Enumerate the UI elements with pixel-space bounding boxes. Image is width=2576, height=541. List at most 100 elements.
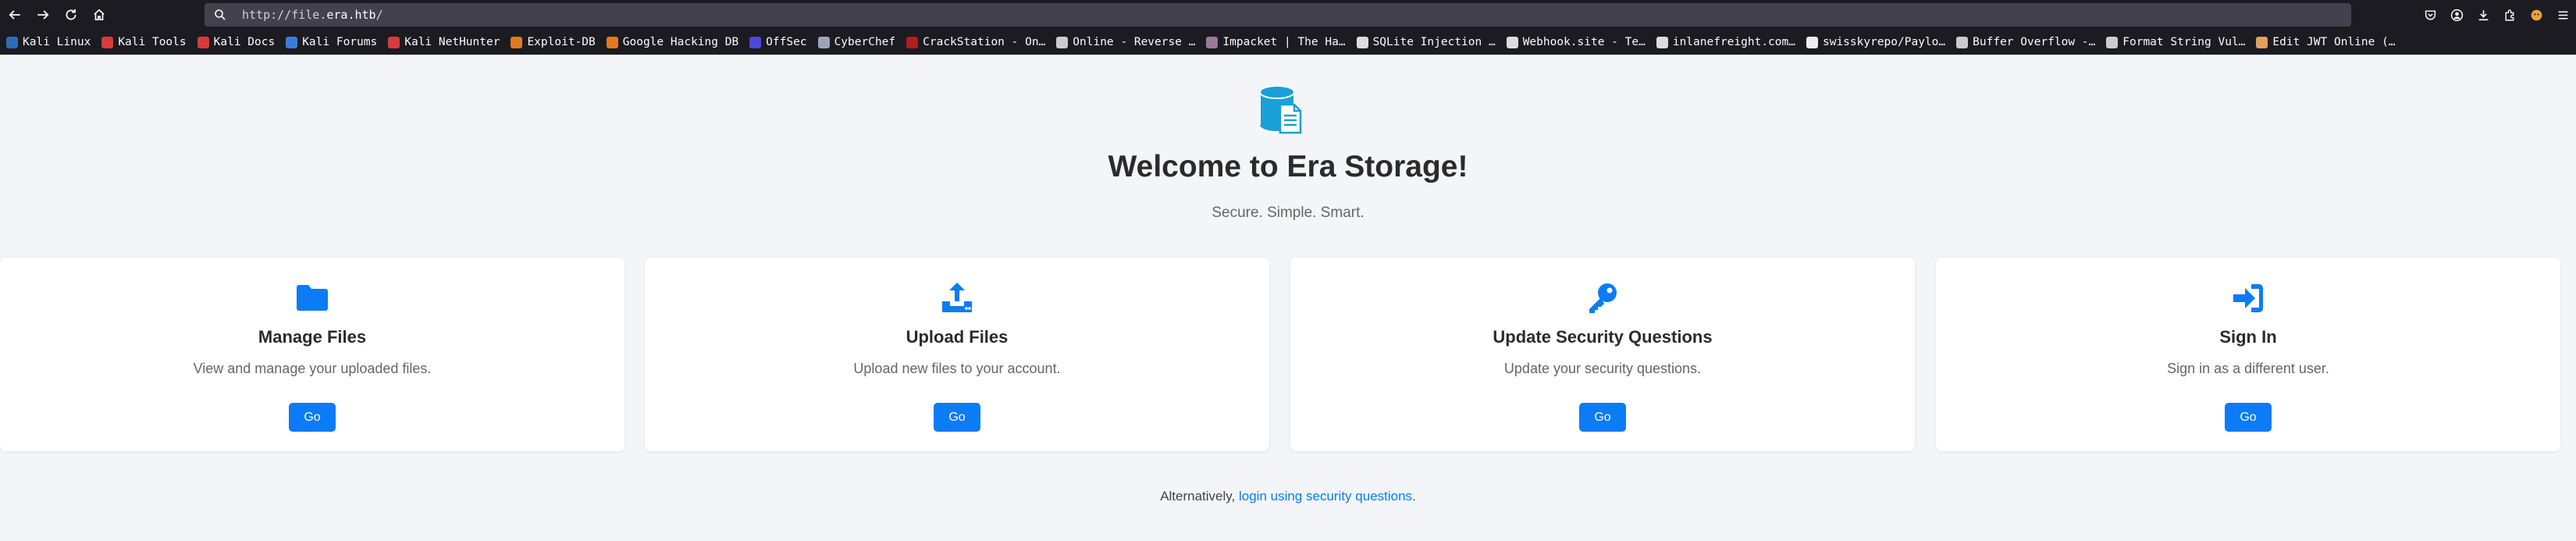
key-icon [1290,281,1915,315]
bookmark-favicon-icon [1506,36,1518,48]
bookmark-item[interactable]: SQLite Injection … [1356,36,1496,48]
bookmark-item[interactable]: inlanefreight.com… [1656,36,1795,48]
pocket-icon [2425,9,2435,20]
bookmark-favicon-icon [1056,36,1069,48]
back-arrow-icon [9,10,20,20]
bookmark-label: Online - Reverse … [1073,36,1196,48]
bookmark-item[interactable]: Edit JWT Online (… [2256,36,2396,48]
page-content: Welcome to Era Storage! Secure. Simple. … [0,55,2576,541]
security-questions-login-link[interactable]: login using security questions [1239,489,1412,504]
url-host: era.htb [326,8,376,22]
bookmark-favicon-icon [1656,36,1668,48]
bookmark-label: SQLite Injection … [1372,36,1496,48]
browser-toolbar: http://file.era.htb/ [0,0,2576,30]
card-description: Update your security questions. [1503,361,1702,376]
bookmark-label: Webhook.site - Te… [1522,36,1646,48]
bookmark-item[interactable]: Impacket | The Ha… [1206,36,1346,48]
bookmark-item[interactable]: CrackStation - On… [906,36,1045,48]
bookmarks-toolbar: Kali Linux Kali Tools Kali Docs Kali Forums… [0,30,2576,55]
account-icon [2450,9,2463,21]
card-title: Manage Files [258,327,367,347]
card-description: Sign in as a different user. [2167,361,2329,376]
url-bar[interactable]: http://file.era.htb/ [205,3,2351,27]
sign-in-go-button[interactable]: Go [2225,403,2272,432]
bookmark-favicon-icon [606,36,618,48]
bookmark-favicon-icon [1956,36,1969,48]
bookmark-label: Exploit-DB [527,36,596,48]
bookmark-favicon-icon [388,36,400,48]
alternative-login-text: Alternatively, login using security ques… [0,489,2576,504]
bookmark-favicon-icon [6,36,18,48]
url-prefix: http://file. [242,8,327,22]
bookmark-label: Format String Vul… [2122,36,2246,48]
extension-fox-button[interactable] [2523,3,2549,27]
page-tagline: Secure. Simple. Smart. [1212,205,1364,221]
bookmark-label: swisskyrepo/Paylo… [1822,36,1946,48]
alt-suffix: . [1412,489,1416,504]
bookmark-item[interactable]: Kali Docs [197,36,276,48]
card-description: View and manage your uploaded files. [193,361,432,376]
hamburger-menu-icon [2558,10,2567,20]
bookmark-item[interactable]: OffSec [749,36,807,48]
card-description: Upload new files to your account. [853,361,1061,376]
card-title: Update Security Questions [1493,327,1713,347]
upload-files-go-button[interactable]: Go [934,403,980,432]
bookmark-favicon-icon [1206,36,1219,48]
pocket-button[interactable] [2417,3,2443,27]
bookmark-item[interactable]: Kali Tools [101,36,187,48]
bookmark-label: Kali Docs [213,36,276,48]
bookmark-item[interactable]: swisskyrepo/Paylo… [1806,36,1945,48]
forward-button[interactable] [30,3,56,27]
reload-button[interactable] [58,3,84,27]
bookmark-label: OffSec [766,36,807,48]
card-sign-in: Sign In Sign in as a different user. Go [1936,258,2560,451]
account-button[interactable] [2443,3,2470,27]
bookmark-item[interactable]: Kali Linux [6,36,91,48]
bookmark-label: Edit JWT Online (… [2272,36,2396,48]
bookmark-favicon-icon [197,36,209,48]
upload-icon [645,281,1269,315]
manage-files-go-button[interactable]: Go [289,403,336,432]
bookmark-favicon-icon [101,36,114,48]
bookmark-favicon-icon [2256,36,2268,48]
update-security-questions-go-button[interactable]: Go [1579,403,1626,432]
bookmark-item[interactable]: Kali NetHunter [388,36,500,48]
bookmark-favicon-icon [511,36,523,48]
bookmark-label: Buffer Overflow -… [1973,36,2096,48]
sign-in-icon [1936,281,2560,315]
url-suffix: / [375,8,383,22]
toolbar-right-icons [2417,3,2576,27]
bookmark-item[interactable]: Format String Vul… [2106,36,2245,48]
bookmark-favicon-icon [2106,36,2119,48]
puzzle-icon [2504,9,2514,21]
downloads-button[interactable] [2470,3,2496,27]
bookmark-item[interactable]: Google Hacking DB [606,36,739,48]
back-button[interactable] [2,3,28,27]
bookmark-item[interactable]: Webhook.site - Te… [1506,36,1646,48]
home-icon [94,9,105,21]
bookmark-item[interactable]: Kali Forums [286,36,377,48]
bookmark-item[interactable]: Buffer Overflow -… [1956,36,2095,48]
storage-logo-icon [1259,85,1302,134]
bookmark-item[interactable]: Online - Reverse … [1056,36,1195,48]
bookmark-favicon-icon [1806,36,1818,48]
page-title: Welcome to Era Storage! [1108,150,1468,183]
bookmark-item[interactable]: CyberChef [817,36,895,48]
bookmark-label: Impacket | The Ha… [1222,36,1346,48]
search-icon [205,9,236,21]
home-button[interactable] [86,3,112,27]
card-upload-files: Upload Files Upload new files to your ac… [645,258,1269,451]
bookmark-label: Kali Forums [302,36,378,48]
download-icon [2478,9,2488,20]
bookmark-favicon-icon [906,36,919,48]
bookmark-favicon-icon [817,36,830,48]
menu-button[interactable] [2549,3,2576,27]
folder-icon [0,281,624,315]
alt-prefix: Alternatively, [1160,489,1236,504]
extensions-button[interactable] [2496,3,2523,27]
bookmark-label: Google Hacking DB [622,36,739,48]
bookmark-favicon-icon [286,36,298,48]
bookmark-item[interactable]: Exploit-DB [511,36,596,48]
bookmark-favicon-icon [1356,36,1368,48]
forward-arrow-icon [37,10,49,20]
